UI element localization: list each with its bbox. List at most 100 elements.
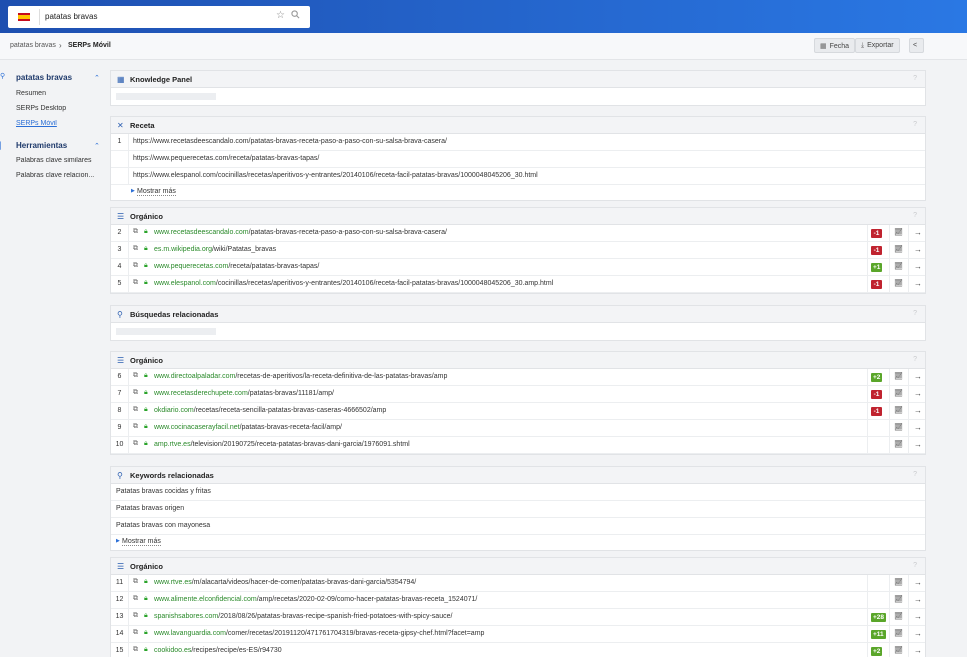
external-link-icon[interactable]: ⧉ xyxy=(133,228,138,236)
show-more-link[interactable]: Mostrar más xyxy=(122,538,161,546)
help-icon[interactable]: ? xyxy=(913,121,917,128)
external-link-icon[interactable]: ⧉ xyxy=(133,440,138,448)
keyword-text[interactable]: Patatas bravas cocidas y fritas xyxy=(116,488,211,495)
chart-icon[interactable]: 📈︎ xyxy=(894,279,903,287)
result-url[interactable]: spanishsabores.com/2018/08/26/patatas-br… xyxy=(154,613,452,620)
result-url[interactable]: https://www.pequerecetas.com/receta/pata… xyxy=(133,155,319,162)
arrow-right-icon[interactable]: → xyxy=(914,646,922,655)
external-link-icon[interactable]: ⧉ xyxy=(133,629,138,637)
chart-icon[interactable]: 📈︎ xyxy=(894,406,903,414)
external-link-icon[interactable]: ⧉ xyxy=(133,578,138,586)
chart-icon[interactable]: 📈︎ xyxy=(894,245,903,253)
arrow-right-icon[interactable]: → xyxy=(914,372,922,381)
sidebar-section-keyword[interactable]: patatas bravas xyxy=(16,73,72,82)
table-row: 11 ⧉ 🔒︎ www.rtve.es/m/alacarta/videos/hacer… xyxy=(111,575,925,592)
help-icon[interactable]: ? xyxy=(913,310,917,317)
external-link-icon[interactable]: ⧉ xyxy=(133,372,138,380)
table-row: 1 https://www.recetasdeescandalo.com/pat… xyxy=(111,134,925,151)
external-link-icon[interactable]: ⧉ xyxy=(133,245,138,253)
search-input[interactable]: patatas bravas xyxy=(45,12,97,21)
chart-icon[interactable]: 📈︎ xyxy=(894,629,903,637)
external-link-icon[interactable]: ⧉ xyxy=(133,262,138,270)
arrow-right-icon[interactable]: → xyxy=(914,578,922,587)
result-url[interactable]: https://www.elespanol.com/cocinillas/rec… xyxy=(133,172,538,179)
external-link-icon[interactable]: ⧉ xyxy=(133,423,138,431)
arrow-right-icon[interactable]: → xyxy=(914,612,922,621)
arrow-right-icon[interactable]: → xyxy=(914,262,922,271)
chart-icon[interactable]: 📈︎ xyxy=(894,228,903,236)
sidebar-section-tools[interactable]: Herramientas xyxy=(16,141,67,150)
result-url[interactable]: www.recetasdeescandalo.com/patatas-brava… xyxy=(154,229,447,236)
divider xyxy=(128,225,129,241)
keyword-text[interactable]: Patatas bravas con mayonesa xyxy=(116,522,210,529)
chart-icon[interactable]: 📈︎ xyxy=(894,372,903,380)
lock-icon: 🔒︎ xyxy=(144,279,148,286)
search-box[interactable]: patatas bravas ☆ xyxy=(8,6,310,28)
result-url[interactable]: https://www.recetasdeescandalo.com/patat… xyxy=(133,138,447,145)
chevron-up-icon[interactable]: ⌃ xyxy=(94,74,100,82)
panel-title: Orgánico xyxy=(130,212,163,221)
result-url[interactable]: www.cocinacaserayfacil.net/patatas-brava… xyxy=(154,424,342,431)
show-more-link[interactable]: Mostrar más xyxy=(137,188,176,196)
panel-header: ☰ Orgánico ? xyxy=(111,352,925,369)
export-button[interactable]: ⤓ Exportar xyxy=(855,38,900,53)
sidebar-item-serps-desktop[interactable]: SERPs Desktop xyxy=(16,105,98,112)
result-url[interactable]: okdiario.com/recetas/receta-sencilla-pat… xyxy=(154,407,386,414)
search-icon[interactable] xyxy=(291,10,300,21)
arrow-right-icon[interactable]: → xyxy=(914,595,922,604)
arrow-right-icon[interactable]: → xyxy=(914,423,922,432)
result-url[interactable]: www.recetasderechupete.com/patatas-brava… xyxy=(154,390,334,397)
external-link-icon[interactable]: ⧉ xyxy=(133,406,138,414)
chevron-up-icon[interactable]: ⌃ xyxy=(94,142,100,150)
arrow-right-icon[interactable]: → xyxy=(914,629,922,638)
help-icon[interactable]: ? xyxy=(913,562,917,569)
result-url[interactable]: www.pequerecetas.com/receta/patatas-brav… xyxy=(154,263,319,270)
sidebar-item-resumen[interactable]: Resumen xyxy=(16,90,98,97)
chart-icon[interactable]: 📈︎ xyxy=(894,612,903,620)
keyword-text[interactable]: Patatas bravas origen xyxy=(116,505,184,512)
result-url[interactable]: amp.rtve.es/television/20190725/receta-p… xyxy=(154,441,410,448)
external-link-icon[interactable]: ⧉ xyxy=(133,389,138,397)
spain-flag-icon[interactable] xyxy=(18,13,30,21)
breadcrumb-item-keyword[interactable]: patatas bravas xyxy=(10,42,56,49)
chart-icon[interactable]: 📈︎ xyxy=(894,595,903,603)
date-button[interactable]: ▦ Fecha xyxy=(814,38,856,53)
help-icon[interactable]: ? xyxy=(913,471,917,478)
position-number: 11 xyxy=(115,579,124,586)
sidebar-item-serps-movil[interactable]: SERPs Móvil xyxy=(16,120,98,127)
panel-title: Búsquedas relacionadas xyxy=(130,310,219,319)
sidebar-item-similar-keywords[interactable]: Palabras clave similares xyxy=(16,157,98,164)
arrow-right-icon[interactable]: → xyxy=(914,440,922,449)
chart-icon[interactable]: 📈︎ xyxy=(894,262,903,270)
arrow-right-icon[interactable]: → xyxy=(914,228,922,237)
result-url[interactable]: www.rtve.es/m/alacarta/videos/hacer-de-c… xyxy=(154,579,416,586)
panel-header: ▦ Knowledge Panel ? xyxy=(111,71,925,88)
sidebar-item-related-keywords[interactable]: Palabras clave relacion... xyxy=(16,172,98,179)
chart-icon[interactable]: 📈︎ xyxy=(894,423,903,431)
star-icon[interactable]: ☆ xyxy=(276,10,285,21)
result-domain: www.pequerecetas.com xyxy=(154,263,229,270)
help-icon[interactable]: ? xyxy=(913,356,917,363)
result-url[interactable]: www.elespanol.com/cocinillas/recetas/ape… xyxy=(154,280,553,287)
result-url[interactable]: www.directoalpaladar.com/recetas-de-aper… xyxy=(154,373,447,380)
divider xyxy=(867,276,868,292)
help-icon[interactable]: ? xyxy=(913,75,917,82)
external-link-icon[interactable]: ⧉ xyxy=(133,646,138,654)
help-icon[interactable]: ? xyxy=(913,212,917,219)
result-url[interactable]: cookidoo.es/recipes/recipe/es-ES/r94730 xyxy=(154,647,282,654)
arrow-right-icon[interactable]: → xyxy=(914,279,922,288)
share-button[interactable]: < xyxy=(909,38,924,53)
chart-icon[interactable]: 📈︎ xyxy=(894,646,903,654)
result-url[interactable]: www.lavanguardia.com/comer/recetas/20191… xyxy=(154,630,484,637)
external-link-icon[interactable]: ⧉ xyxy=(133,612,138,620)
arrow-right-icon[interactable]: → xyxy=(914,245,922,254)
external-link-icon[interactable]: ⧉ xyxy=(133,279,138,287)
result-url[interactable]: es.m.wikipedia.org/wiki/Patatas_bravas xyxy=(154,246,276,253)
arrow-right-icon[interactable]: → xyxy=(914,389,922,398)
chart-icon[interactable]: 📈︎ xyxy=(894,440,903,448)
arrow-right-icon[interactable]: → xyxy=(914,406,922,415)
result-url[interactable]: www.alimente.elconfidencial.com/amp/rece… xyxy=(154,596,477,603)
external-link-icon[interactable]: ⧉ xyxy=(133,595,138,603)
chart-icon[interactable]: 📈︎ xyxy=(894,578,903,586)
chart-icon[interactable]: 📈︎ xyxy=(894,389,903,397)
